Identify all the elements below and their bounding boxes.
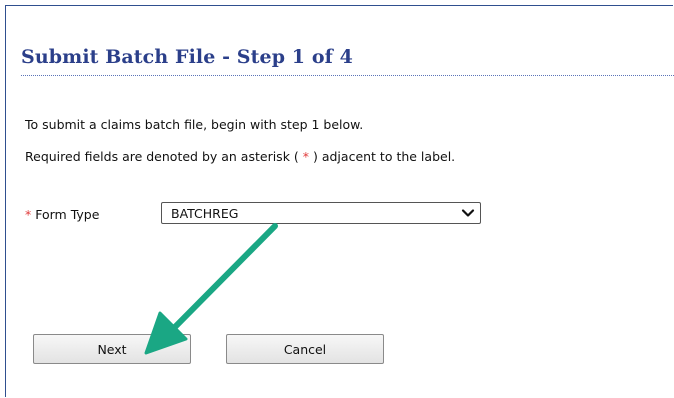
chevron-down-icon [461, 209, 475, 217]
form-type-label: * Form Type [25, 207, 99, 222]
title-divider [21, 75, 674, 76]
intro-text: To submit a claims batch file, begin wit… [25, 117, 364, 132]
next-button[interactable]: Next [33, 334, 191, 364]
form-type-label-text: Form Type [35, 207, 100, 222]
form-type-select[interactable]: BATCHREG [161, 202, 481, 224]
form-type-selected-value: BATCHREG [171, 206, 239, 221]
cancel-button[interactable]: Cancel [226, 334, 384, 364]
required-note-prefix: Required fields are denoted by an asteri… [25, 149, 303, 164]
required-note: Required fields are denoted by an asteri… [25, 149, 455, 164]
required-note-suffix: ) adjacent to the label. [309, 149, 456, 164]
form-type-required-marker: * [25, 207, 32, 222]
page-title: Submit Batch File - Step 1 of 4 [21, 46, 353, 68]
